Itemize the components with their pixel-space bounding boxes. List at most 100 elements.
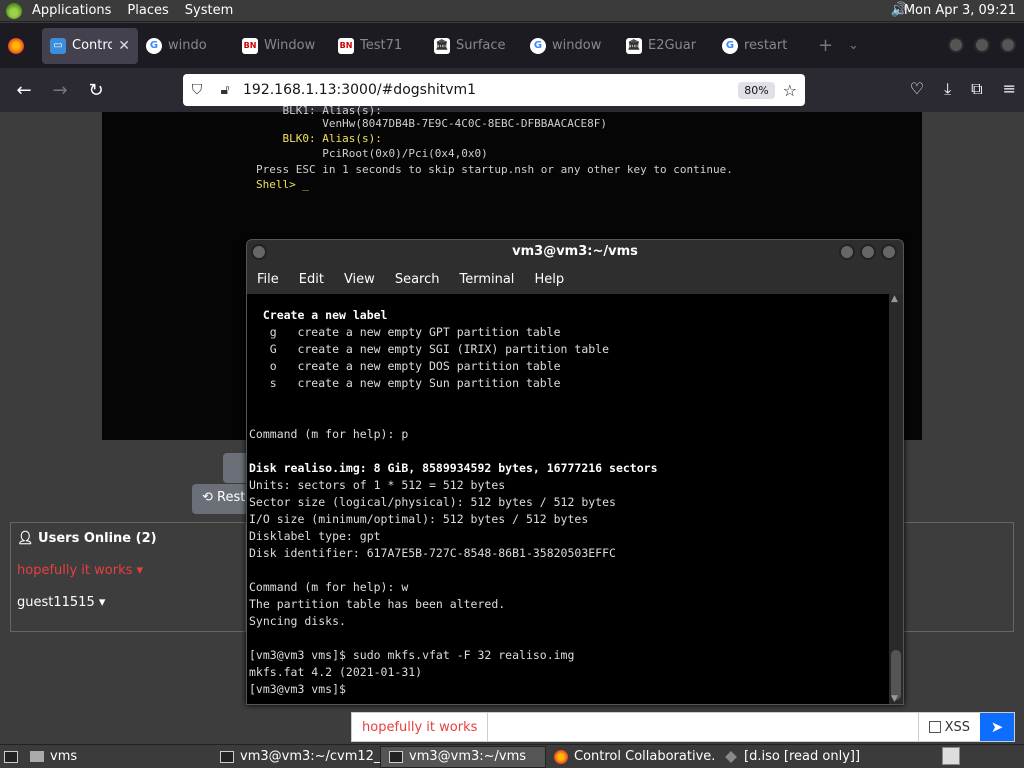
pocket-icon[interactable]: ♡ [910, 79, 924, 99]
terminal-maximize-button[interactable] [860, 244, 876, 260]
taskbar-label: [d.iso [read only]] [744, 749, 861, 764]
terminal-close-button[interactable] [881, 244, 897, 260]
back-arrow-icon[interactable]: ← [6, 80, 42, 101]
taskbar-label: Control Collaborative... [574, 749, 716, 764]
applications-menu[interactable]: Applications [26, 3, 117, 18]
taskbar-item-cvm12[interactable]: vm3@vm3:~/cvm12_2 [212, 746, 380, 768]
taskbar-item-firefox[interactable]: Control Collaborative... [546, 746, 716, 768]
user-entry-name: guest11515 [17, 595, 95, 610]
chat-input[interactable] [488, 713, 918, 741]
trash-icon[interactable] [942, 747, 960, 765]
places-menu[interactable]: Places [121, 3, 174, 18]
user-entry[interactable]: hopefully it works ▾ [17, 563, 143, 578]
system-menu[interactable]: System [179, 3, 239, 18]
chevron-down-icon[interactable]: ⌄ [840, 28, 870, 64]
tab-title: Surface [456, 38, 506, 53]
xss-toggle[interactable]: XSS [917, 713, 980, 741]
terminal-scrollbar[interactable]: ▲ ▼ [889, 294, 903, 704]
user-entry[interactable]: guest11515 ▾ [17, 595, 105, 610]
terminal-menubar: File Edit View Search Terminal Help [247, 264, 903, 294]
menu-file[interactable]: File [247, 272, 289, 287]
xss-checkbox[interactable] [928, 721, 941, 733]
show-desktop-icon[interactable] [0, 746, 22, 768]
tab-window-2[interactable]: Gwindow [522, 28, 618, 64]
user-icon: 👤︎ [17, 531, 34, 546]
xss-label: XSS [944, 719, 970, 735]
users-online-panel: 👤︎ Users Online (2) hopefully it works ▾… [10, 522, 246, 632]
url-text[interactable]: 192.168.1.13:3000/#dogshitvm1 [239, 82, 738, 98]
scroll-up-arrow-icon[interactable]: ▲ [891, 294, 898, 304]
terminal-minimize-button[interactable] [839, 244, 855, 260]
maximize-button[interactable] [974, 37, 990, 53]
terminal-line: Disk realiso.img: 8 GiB, 8589934592 byte… [249, 461, 658, 475]
forward-arrow-icon[interactable]: → [42, 80, 78, 101]
minimize-button[interactable] [948, 37, 964, 53]
restart-icon: ⟲ [202, 490, 218, 505]
tab-title: Window [264, 38, 316, 53]
firefox-view-button[interactable] [0, 28, 40, 64]
insecure-lock-icon[interactable]: 🔓︎ [211, 82, 239, 98]
menu-view[interactable]: View [334, 272, 385, 287]
terminal-window[interactable]: vm3@vm3:~/vms File Edit View Search Term… [246, 239, 904, 705]
download-icon[interactable]: ⤓ [944, 79, 951, 99]
google-icon: G [146, 37, 162, 54]
tab-title: window [552, 38, 602, 53]
vm-line: PciRoot(0x0)/Pci(0x4,0x0) [256, 147, 488, 160]
shield-icon[interactable]: ⛉ [183, 82, 211, 98]
users-online-header: 👤︎ Users Online (2) [17, 531, 157, 546]
menu-help[interactable]: Help [524, 272, 574, 287]
hamburger-menu-icon[interactable]: ≡ [1003, 79, 1016, 99]
terminal-line: Sector size (logical/physical): 512 byte… [249, 495, 616, 509]
terminal-line: [vm3@vm3 vms]$ [249, 682, 353, 696]
bn-icon: BN [338, 37, 354, 54]
close-window-button[interactable] [1000, 37, 1016, 53]
terminal-line: Command (m for help): p [249, 427, 409, 441]
tab-e2guar[interactable]: 🏛 E2Guar [618, 28, 714, 64]
terminal-line: The partition table has been altered. [249, 597, 506, 611]
taskbar-item-editor[interactable]: [d.iso [read only]] [716, 746, 886, 768]
top-panel: Applications Places System 🔊 Mon Apr 3, … [0, 0, 1024, 22]
menu-terminal[interactable]: Terminal [449, 272, 524, 287]
editor-icon [725, 750, 737, 763]
terminal-line: G create a new empty SGI (IRIX) partitio… [249, 342, 610, 356]
terminal-line: Units: sectors of 1 * 512 = 512 bytes [249, 478, 506, 492]
google-icon: G [722, 37, 738, 54]
zoom-level[interactable]: 80% [738, 81, 775, 99]
tab-windo[interactable]: Gwindo [138, 28, 234, 64]
users-panel-edge [902, 522, 1014, 632]
terminal-line: g create a new empty GPT partition table [249, 325, 561, 339]
tab-test71[interactable]: BN Test71 [330, 28, 426, 64]
restart-label: Rest [217, 490, 246, 505]
chat-bar: hopefully it works XSS ➤ [351, 712, 1015, 742]
taskbar-item-vms-terminal[interactable]: vm3@vm3:~/vms [380, 745, 546, 768]
menu-edit[interactable]: Edit [289, 272, 334, 287]
terminal-line: [vm3@vm3 vms]$ sudo mkfs.vfat -F 32 real… [249, 648, 575, 662]
tab-restart[interactable]: Grestart [714, 28, 810, 64]
terminal-output[interactable]: Create a new label g create a new empty … [247, 294, 889, 704]
terminal-line: Create a new label [249, 308, 388, 322]
terminal-line: o create a new empty DOS partition table [249, 359, 561, 373]
vm-line: VenHw(8047DB4B-7E9C-4C0C-8EBC-DFBBAACACE… [256, 117, 607, 130]
tab-control[interactable]: ▭ Contro ✕ [42, 27, 138, 64]
menu-search[interactable]: Search [385, 272, 450, 287]
send-button[interactable]: ➤ [980, 713, 1014, 741]
extensions-icon[interactable]: ⧉ [971, 79, 982, 99]
tab-title: restart [744, 38, 788, 53]
url-bar[interactable]: ⛉ 🔓︎ 192.168.1.13:3000/#dogshitvm1 80% ☆ [183, 74, 805, 106]
tab-window[interactable]: BN Window [234, 28, 330, 64]
tab-surface[interactable]: 🏛 Surface [426, 28, 522, 64]
taskbar-item-vms[interactable]: vms [22, 746, 212, 768]
scroll-down-arrow-icon[interactable]: ▼ [891, 694, 898, 704]
new-tab-plus-icon[interactable]: + [810, 28, 840, 64]
distro-logo-icon[interactable] [6, 2, 22, 19]
clock[interactable]: Mon Apr 3, 09:21 [904, 3, 1016, 18]
reload-icon[interactable]: ↻ [78, 80, 114, 101]
folder-icon [30, 751, 44, 762]
bookmark-star-icon[interactable]: ☆ [783, 81, 797, 100]
vm-line: BLK0: Alias(s): [256, 132, 382, 145]
scrollbar-thumb[interactable] [891, 650, 901, 700]
close-icon[interactable]: ✕ [118, 38, 130, 54]
restart-button[interactable]: ⟲ Rest [192, 484, 248, 514]
chat-username[interactable]: hopefully it works [352, 713, 489, 741]
caret-down-icon: ▾ [136, 563, 144, 578]
